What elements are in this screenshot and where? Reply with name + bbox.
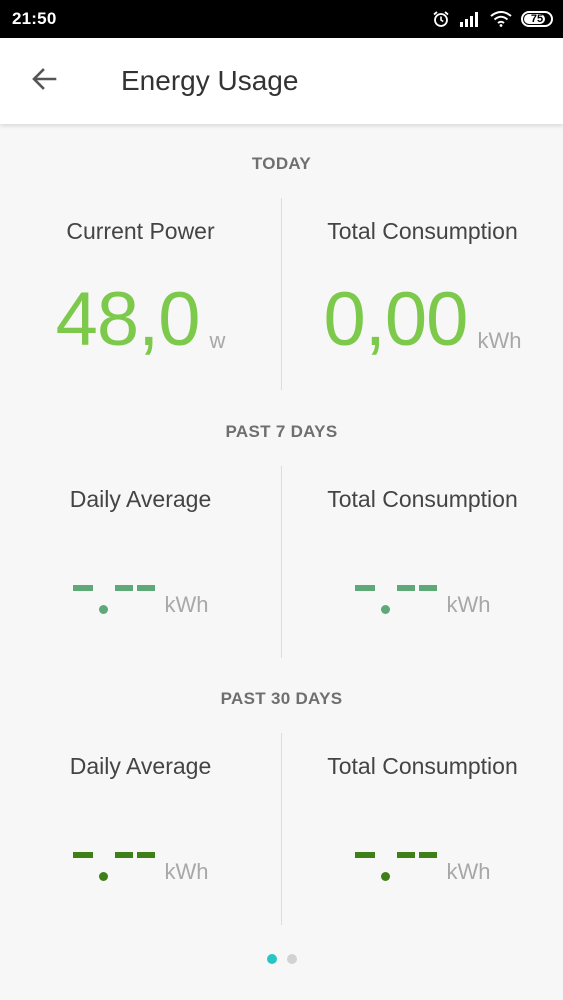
section-title-past-30-days: PAST 30 DAYS xyxy=(220,689,343,708)
page-indicator xyxy=(0,954,563,964)
past30-total-consumption-placeholder xyxy=(354,847,439,883)
battery-level: 75 xyxy=(530,13,544,25)
past7-total-consumption-label: Total Consumption xyxy=(327,486,518,512)
section-title-past-7-days: PAST 7 DAYS xyxy=(225,422,338,441)
back-button[interactable] xyxy=(14,51,74,111)
today-total-consumption-label: Total Consumption xyxy=(327,218,518,244)
past7-total-consumption-unit: kWh xyxy=(446,592,491,617)
section-title-today: TODAY xyxy=(251,154,312,173)
past30-daily-average-unit: kWh xyxy=(164,859,209,884)
current-power-value: 48,0 xyxy=(55,277,201,362)
past30-daily-average-placeholder xyxy=(72,847,157,883)
status-time: 21:50 xyxy=(12,9,57,28)
past7-daily-average-placeholder xyxy=(72,580,157,616)
page-title: Energy Usage xyxy=(121,65,299,96)
today-total-consumption-value: 0,00 xyxy=(323,277,469,362)
past30-total-consumption-unit: kWh xyxy=(446,859,491,884)
page-dot-2[interactable] xyxy=(286,954,297,964)
past7-daily-average-label: Daily Average xyxy=(69,486,212,512)
past30-total-consumption-label: Total Consumption xyxy=(327,753,518,779)
arrow-left-icon xyxy=(30,65,58,98)
today-total-consumption-unit: kWh xyxy=(477,328,522,353)
past7-daily-average-unit: kWh xyxy=(164,592,209,617)
past7-total-consumption-placeholder xyxy=(354,580,439,616)
past30-daily-average-label: Daily Average xyxy=(69,753,212,779)
signal-icon xyxy=(459,11,481,27)
page-dot-1[interactable] xyxy=(266,954,277,964)
alarm-icon xyxy=(432,10,450,28)
current-power-unit: w xyxy=(209,328,226,353)
status-bar: 21:50 75 xyxy=(0,0,563,38)
status-icons: 75 xyxy=(432,10,553,28)
current-power-label: Current Power xyxy=(66,218,215,244)
battery-icon: 75 xyxy=(521,11,553,27)
app-bar: Energy Usage xyxy=(0,38,563,124)
wifi-icon xyxy=(490,11,512,27)
